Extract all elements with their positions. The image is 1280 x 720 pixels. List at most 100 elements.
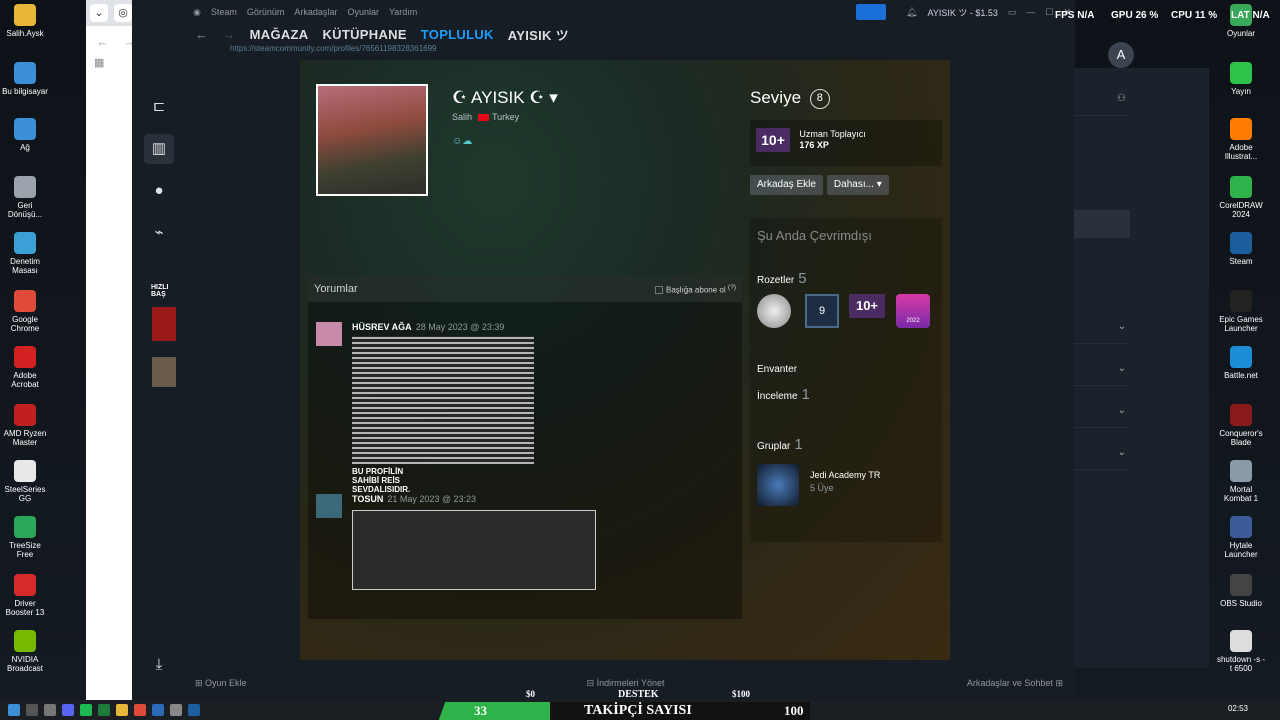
subscribe-checkbox[interactable]: Başlığa abone ol (?)	[655, 284, 736, 294]
excel-icon[interactable]	[98, 704, 110, 716]
desktop-icon-label: AMD Ryzen Master	[3, 429, 47, 447]
friends-chat-button[interactable]: Arkadaşlar ve Sohbet ⊞	[967, 678, 1063, 689]
comment-author[interactable]: TOSUN 21 May 2023 @ 23:23	[352, 494, 476, 504]
xp-title: Uzman Toplayıcı	[799, 129, 866, 139]
unreal-icon[interactable]: ●	[144, 176, 174, 206]
battlenet-icon[interactable]	[152, 704, 164, 716]
menu-item[interactable]: Görünüm	[247, 7, 285, 17]
nav-library[interactable]: KÜTÜPHANE	[322, 27, 406, 42]
app-icon[interactable]	[170, 704, 182, 716]
groups-link[interactable]: Gruplar 1	[757, 436, 803, 453]
folder-icon[interactable]	[116, 704, 128, 716]
forward-icon[interactable]: →	[222, 27, 235, 42]
desktop-icon[interactable]: Yayın	[1216, 62, 1266, 96]
spotify-icon[interactable]	[80, 704, 92, 716]
download-icon[interactable]: ⤓	[144, 650, 174, 680]
followers-goal: 100	[784, 703, 804, 718]
desktop-icon[interactable]: Hytale Launcher	[1216, 516, 1266, 559]
nav-store[interactable]: MAĞAZA	[250, 27, 309, 42]
desktop-icon[interactable]: Battle.net	[1216, 346, 1266, 380]
badge-level-icon[interactable]: 10+	[849, 294, 885, 328]
steam-left-rail: ⊏ ▥ ● ⌁ HIZLI BAŞ ⤓	[132, 70, 185, 700]
badge-coin-icon[interactable]	[757, 294, 791, 328]
group-name[interactable]: Jedi Academy TR	[810, 470, 880, 480]
url-bar[interactable]: https://steamcommunity.com/profiles/7656…	[192, 44, 437, 58]
app-icon	[1230, 290, 1252, 312]
desktop-icon[interactable]: Denetim Masası	[0, 232, 50, 275]
chrome-icon[interactable]	[134, 704, 146, 716]
start-icon[interactable]	[8, 704, 20, 716]
comment-author[interactable]: HÜSREV AĞA 28 May 2023 @ 23:39	[352, 322, 504, 332]
back-icon[interactable]: ←	[195, 27, 208, 42]
controller-icon[interactable]: ⌁	[144, 218, 174, 248]
group-avatar[interactable]	[757, 464, 799, 506]
chrome-icon[interactable]: ◎	[114, 4, 132, 22]
chevron-down-icon[interactable]: ⌄	[1074, 310, 1130, 344]
desktop-icon[interactable]: Conqueror's Blade	[1216, 404, 1266, 447]
chevron-down-icon[interactable]: ⌄	[1074, 436, 1130, 470]
minimize-icon[interactable]: —	[1026, 7, 1035, 17]
steam-icon[interactable]	[188, 704, 200, 716]
account-menu[interactable]: AYISIK ツ - $1.53	[927, 6, 997, 19]
desktop-icon[interactable]: SteelSeries GG	[0, 460, 50, 503]
desktop-icon[interactable]: NVIDIA Broadcast	[0, 630, 50, 673]
chevron-down-icon[interactable]: ⌄	[90, 4, 108, 22]
desktop-icon[interactable]: Ağ	[0, 118, 50, 152]
menu-item[interactable]: Steam	[211, 7, 237, 17]
badge-years-icon[interactable]: 9	[805, 294, 839, 328]
chevron-down-icon[interactable]: ⌄	[1074, 352, 1130, 386]
profile-name[interactable]: ☪ AYISIK ☪ ▾	[452, 88, 558, 108]
search-icon[interactable]	[26, 704, 38, 716]
account-avatar[interactable]: A	[1108, 42, 1134, 68]
nav-profile[interactable]: AYISIK ツ	[508, 25, 569, 44]
menu-item[interactable]: Arkadaşlar	[294, 7, 337, 17]
bell-icon[interactable]: 🔔︎	[906, 7, 917, 18]
desktop-icon[interactable]: Salih.Aysk	[0, 4, 50, 38]
library-icon[interactable]: ▥	[144, 134, 174, 164]
desktop-icon[interactable]: Geri Dönüşü...	[0, 176, 50, 219]
desktop-icon[interactable]: Epic Games Launcher	[1216, 290, 1266, 333]
commenter-avatar[interactable]	[316, 322, 342, 346]
store-bag-icon[interactable]: ⊏	[144, 92, 174, 122]
commenter-avatar[interactable]	[316, 494, 342, 518]
desktop-icon[interactable]: Steam	[1216, 232, 1266, 266]
downloads-button[interactable]: ⊟ İndirmeleri Yönet	[587, 678, 665, 689]
discord-icon[interactable]	[62, 704, 74, 716]
desktop-icon[interactable]: AMD Ryzen Master	[0, 404, 50, 447]
back-icon[interactable]: ←	[96, 34, 109, 49]
xp-box[interactable]: 10+ Uzman Toplayıcı 176 XP	[750, 120, 942, 166]
menu-item[interactable]: Oyunlar	[347, 7, 379, 17]
game-thumb[interactable]	[152, 357, 176, 387]
badge-2022-icon[interactable]: 2022	[896, 294, 930, 328]
desktop-icon[interactable]: OBS Studio	[1216, 574, 1266, 608]
desktop-icon[interactable]: Adobe Illustrat...	[1216, 118, 1266, 161]
chevron-down-icon[interactable]: ⌄	[1074, 394, 1130, 428]
desktop-icon-label: Conqueror's Blade	[1219, 429, 1263, 447]
desktop-icon[interactable]: Google Chrome	[0, 290, 50, 333]
side-input[interactable]	[1074, 210, 1130, 238]
friends-icon[interactable]: ⚇	[1074, 82, 1130, 116]
add-game-button[interactable]: ⊞ Oyun Ekle	[195, 678, 247, 689]
add-friend-button[interactable]: Arkadaş Ekle	[750, 175, 823, 195]
game-thumb[interactable]	[152, 307, 176, 341]
desktop-icon[interactable]: CorelDRAW 2024	[1216, 176, 1266, 219]
maximize-icon[interactable]: ☐	[1045, 7, 1053, 18]
desktop-icon-label: Geri Dönüşü...	[7, 201, 43, 219]
screen-icon[interactable]: ▭	[1008, 7, 1017, 18]
badges-link[interactable]: Rozetler 5	[757, 270, 807, 287]
broadcast-icon[interactable]	[856, 4, 887, 20]
desktop-icon[interactable]: TreeSize Free	[0, 516, 50, 559]
desktop-icon[interactable]: Bu bilgisayar	[0, 62, 50, 96]
taskview-icon[interactable]	[44, 704, 56, 716]
inventory-link[interactable]: Envanter	[757, 364, 797, 375]
desktop-icon[interactable]: Driver Booster 13	[0, 574, 50, 617]
fps-readout: FPS N/A	[1055, 10, 1095, 21]
desktop-icon[interactable]: Mortal Kombat 1	[1216, 460, 1266, 503]
menu-item[interactable]: Yardım	[389, 7, 417, 17]
more-button[interactable]: Dahası... ▾	[826, 175, 889, 195]
app-icon	[14, 404, 36, 426]
nav-community[interactable]: TOPLULUK	[421, 27, 494, 42]
reviews-link[interactable]: İnceleme 1	[757, 386, 810, 403]
desktop-icon[interactable]: Adobe Acrobat	[0, 346, 50, 389]
desktop-icon[interactable]: shutdown -s -t 6500	[1216, 630, 1266, 673]
